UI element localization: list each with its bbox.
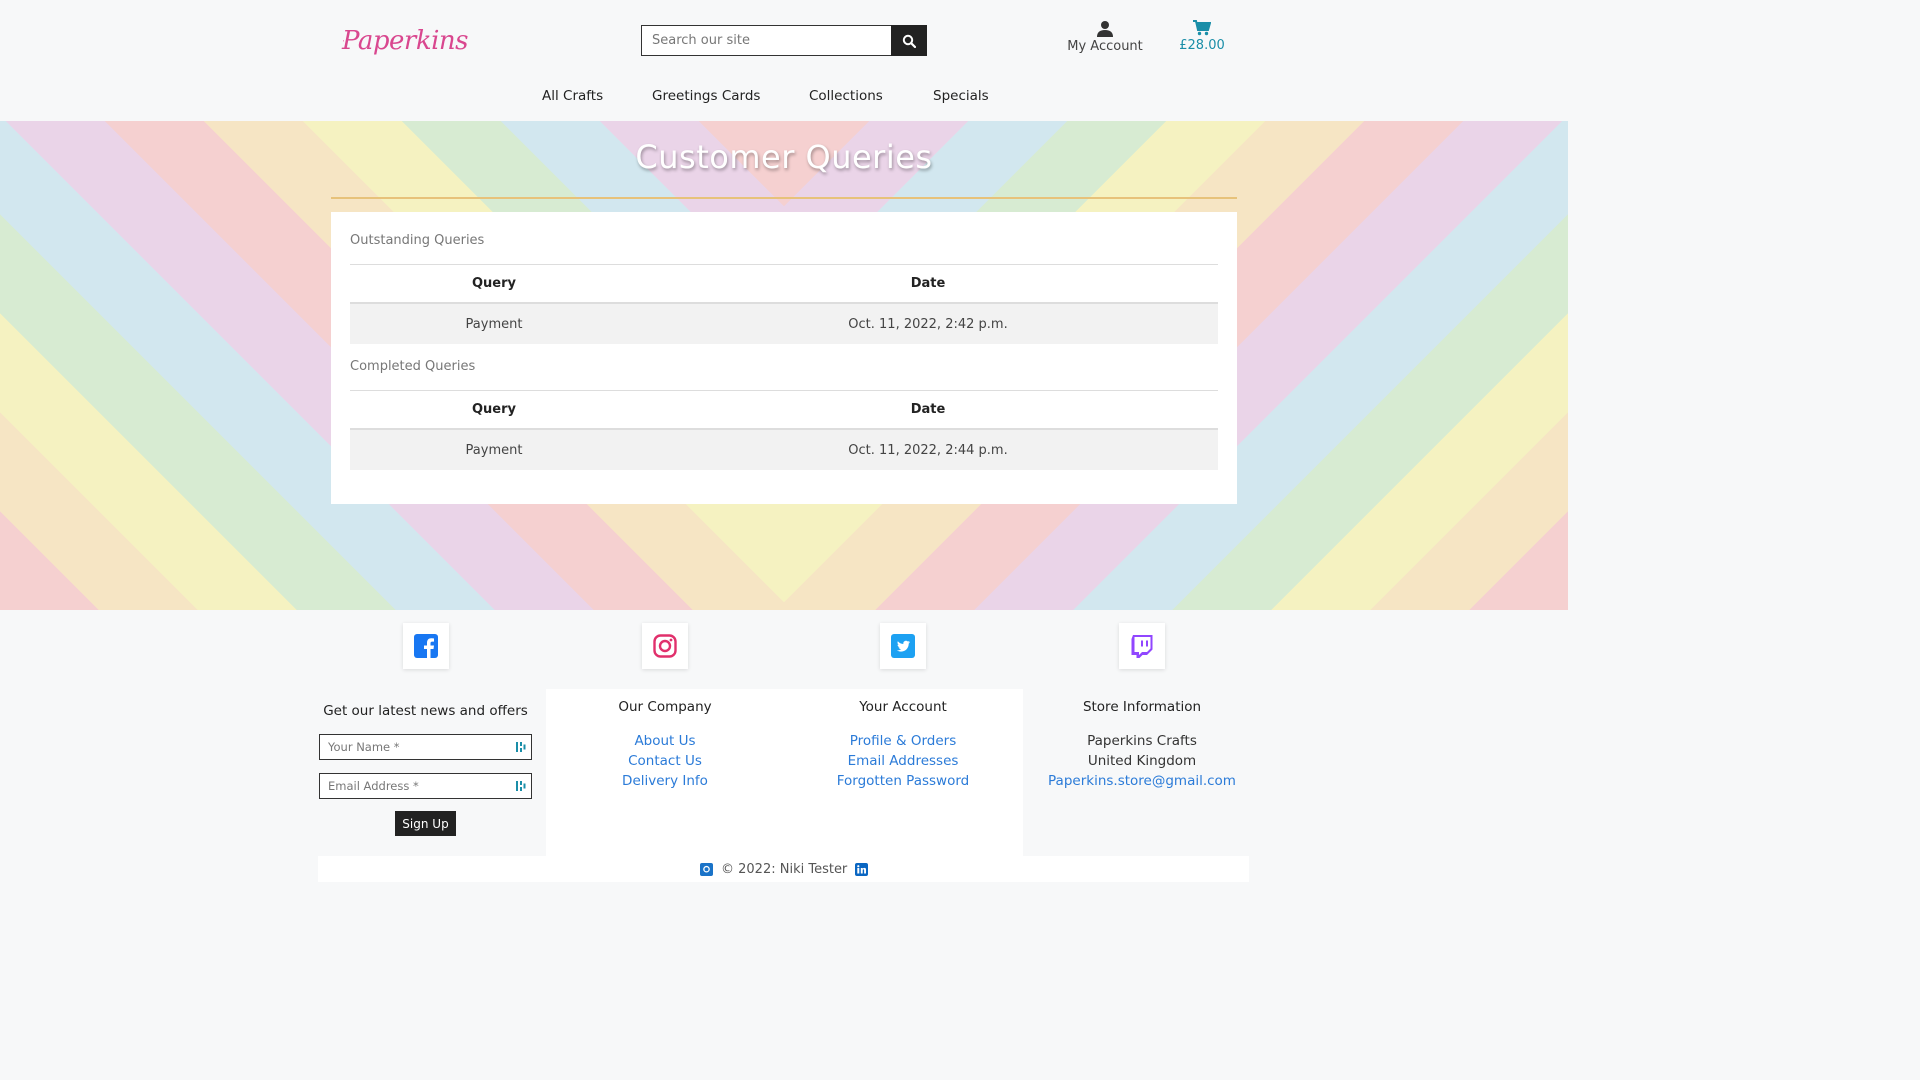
my-account-label: My Account bbox=[1067, 39, 1143, 54]
column-date: Date bbox=[910, 402, 946, 417]
page-title: Customer Queries bbox=[635, 138, 933, 176]
title-divider bbox=[331, 197, 1237, 199]
queries-card: Outstanding Queries Query Date Payment O… bbox=[331, 212, 1237, 504]
about-us-link[interactable]: About Us bbox=[555, 731, 775, 751]
footer-company: Our Company About Us Contact Us Delivery… bbox=[555, 697, 775, 791]
facebook-icon bbox=[414, 634, 438, 658]
name-placeholder: Your Name * bbox=[328, 740, 400, 754]
twitter-link[interactable] bbox=[880, 623, 926, 669]
nav-greetings-cards[interactable]: Greetings Cards bbox=[652, 88, 760, 104]
nav-all-crafts[interactable]: All Crafts bbox=[542, 88, 603, 104]
site-header: Paperkins My Account £28.00 All Crafts G… bbox=[0, 0, 1568, 121]
github-icon[interactable] bbox=[700, 862, 713, 876]
date-cell: Oct. 11, 2022, 2:42 p.m. bbox=[848, 316, 1008, 332]
column-query: Query bbox=[471, 402, 516, 417]
search-input[interactable] bbox=[641, 25, 891, 56]
twitch-icon bbox=[1131, 635, 1153, 658]
copyright-text: © 2022: Niki Tester bbox=[721, 861, 848, 877]
search-button[interactable] bbox=[891, 25, 927, 56]
table-header: Query Date bbox=[350, 391, 1218, 430]
instagram-icon bbox=[653, 634, 677, 658]
footer-account-title: Your Account bbox=[859, 699, 947, 715]
logo-text: Paperkins bbox=[342, 26, 468, 56]
linkedin-icon[interactable] bbox=[855, 862, 869, 876]
column-query: Query bbox=[471, 276, 516, 291]
nav-specials[interactable]: Specials bbox=[933, 88, 989, 104]
shopping-cart-icon bbox=[1193, 20, 1211, 36]
column-date: Date bbox=[910, 276, 946, 291]
query-cell: Payment bbox=[465, 442, 523, 458]
sign-up-button[interactable]: Sign Up bbox=[395, 811, 456, 836]
email-field[interactable]: Email Address * bbox=[319, 773, 532, 799]
table-header: Query Date bbox=[350, 265, 1218, 304]
search-icon bbox=[902, 34, 916, 48]
footer-account: Your Account Profile & Orders Email Addr… bbox=[793, 697, 1013, 791]
forgotten-password-link[interactable]: Forgotten Password bbox=[793, 771, 1013, 791]
name-field[interactable]: Your Name * bbox=[319, 734, 532, 760]
contact-us-link[interactable]: Contact Us bbox=[555, 751, 775, 771]
logo[interactable]: Paperkins bbox=[342, 12, 468, 70]
footer-company-title: Our Company bbox=[618, 699, 712, 715]
copyright-bar: © 2022: Niki Tester bbox=[700, 860, 870, 878]
newsletter-title: Get our latest news and offers bbox=[323, 703, 528, 719]
table-row[interactable]: Payment Oct. 11, 2022, 2:42 p.m. bbox=[350, 304, 1218, 344]
main-nav: All Crafts Greetings Cards Collections S… bbox=[0, 88, 1568, 108]
instagram-link[interactable] bbox=[642, 623, 688, 669]
completed-queries-table: Query Date Payment Oct. 11, 2022, 2:44 p… bbox=[350, 390, 1218, 470]
my-account-link[interactable]: My Account bbox=[1060, 20, 1150, 54]
twitter-icon bbox=[891, 634, 915, 658]
twitch-link[interactable] bbox=[1119, 623, 1165, 669]
facebook-link[interactable] bbox=[403, 623, 449, 669]
user-icon bbox=[1097, 21, 1113, 37]
completed-queries-label: Completed Queries bbox=[350, 359, 476, 374]
logo-mark-icon bbox=[343, 40, 344, 42]
table-row[interactable]: Payment Oct. 11, 2022, 2:44 p.m. bbox=[350, 430, 1218, 470]
profile-orders-link[interactable]: Profile & Orders bbox=[793, 731, 1013, 751]
delivery-info-link[interactable]: Delivery Info bbox=[555, 771, 775, 791]
footer-store-title: Store Information bbox=[1082, 699, 1202, 715]
outstanding-queries-table: Query Date Payment Oct. 11, 2022, 2:42 p… bbox=[350, 264, 1218, 344]
cart-link[interactable]: £28.00 bbox=[1174, 20, 1230, 53]
store-country: United Kingdom bbox=[1087, 753, 1197, 769]
email-placeholder: Email Address * bbox=[328, 779, 419, 793]
email-addresses-link[interactable]: Email Addresses bbox=[793, 751, 1013, 771]
store-email-link[interactable]: Paperkins.store@gmail.com bbox=[1032, 771, 1252, 791]
cart-total: £28.00 bbox=[1179, 38, 1225, 53]
outstanding-queries-label: Outstanding Queries bbox=[350, 233, 485, 248]
autofill-icon bbox=[516, 781, 526, 791]
footer-store-info: Store Information Paperkins Crafts Unite… bbox=[1032, 697, 1252, 791]
search-bar bbox=[641, 25, 927, 56]
query-cell: Payment bbox=[465, 316, 523, 332]
date-cell: Oct. 11, 2022, 2:44 p.m. bbox=[848, 442, 1008, 458]
store-name: Paperkins Crafts bbox=[1087, 733, 1197, 749]
nav-collections[interactable]: Collections bbox=[809, 88, 883, 104]
autofill-icon bbox=[516, 742, 526, 752]
